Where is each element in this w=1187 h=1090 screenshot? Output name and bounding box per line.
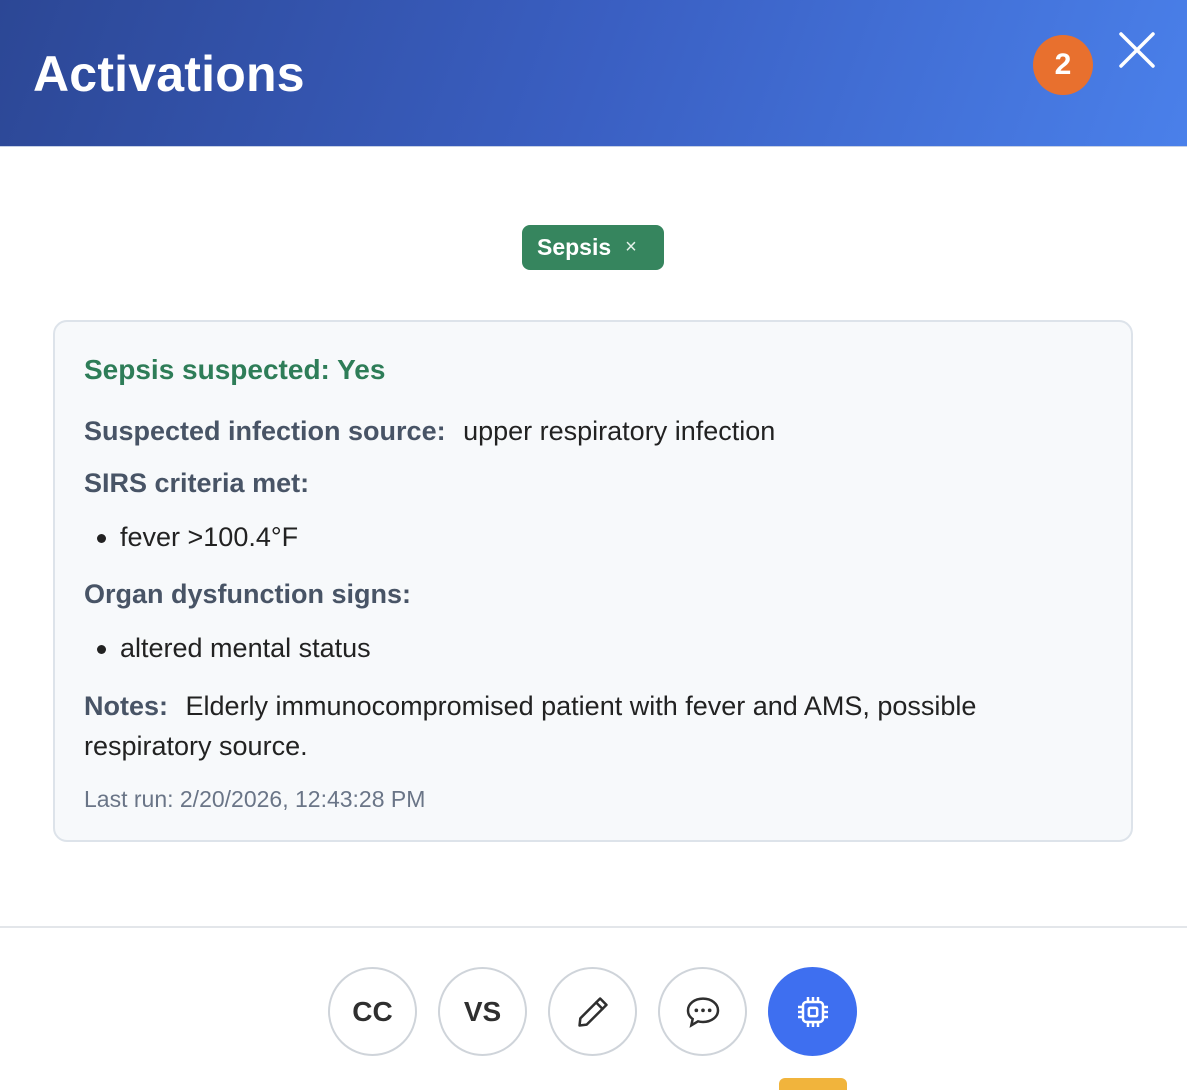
organ-dysfunction-list-item: altered mental status [97, 631, 371, 665]
chat-button[interactable] [658, 967, 747, 1056]
cc-button[interactable]: CC [328, 967, 417, 1056]
sepsis-status: Sepsis suspected: Yes [84, 354, 386, 385]
vs-button[interactable]: VS [438, 967, 527, 1056]
cc-button-label: CC [352, 995, 393, 1027]
modal-header: Activations 2 [0, 0, 1187, 147]
sirs-label: SIRS criteria met: [84, 468, 310, 498]
count-badge: 2 [1033, 35, 1093, 95]
remove-tag-icon[interactable]: × [625, 236, 637, 259]
notes-row: Notes: Elderly immunocompromised patient… [84, 686, 1084, 766]
chip-icon [797, 996, 828, 1027]
modal-title: Activations [33, 46, 305, 102]
sepsis-result-card: Sepsis suspected: Yes Suspected infectio… [53, 320, 1133, 842]
last-run-timestamp: Last run: 2/20/2026, 12:43:28 PM [84, 786, 426, 812]
notes-value: Elderly immunocompromised patient with f… [84, 691, 977, 761]
chat-bubble-icon [686, 996, 719, 1028]
infection-source-label: Suspected infection source: [84, 416, 446, 446]
sirs-list-item: fever >100.4°F [97, 520, 298, 554]
footer-divider [0, 926, 1187, 928]
active-indicator [779, 1078, 847, 1090]
organ-dysfunction-label: Organ dysfunction signs: [84, 579, 412, 609]
ai-analysis-button[interactable] [768, 967, 857, 1056]
infection-source-row: Suspected infection source: upper respir… [84, 414, 775, 448]
edit-button[interactable] [548, 967, 637, 1056]
notes-label: Notes: [84, 691, 169, 721]
sepsis-tag-label: Sepsis [537, 234, 612, 260]
infection-source-value: upper respiratory infection [463, 416, 776, 446]
sepsis-tag[interactable]: Sepsis × [522, 225, 664, 270]
close-icon [1119, 32, 1155, 68]
close-button[interactable] [1115, 28, 1159, 72]
vs-button-label: VS [463, 995, 502, 1027]
pencil-icon [577, 996, 608, 1027]
